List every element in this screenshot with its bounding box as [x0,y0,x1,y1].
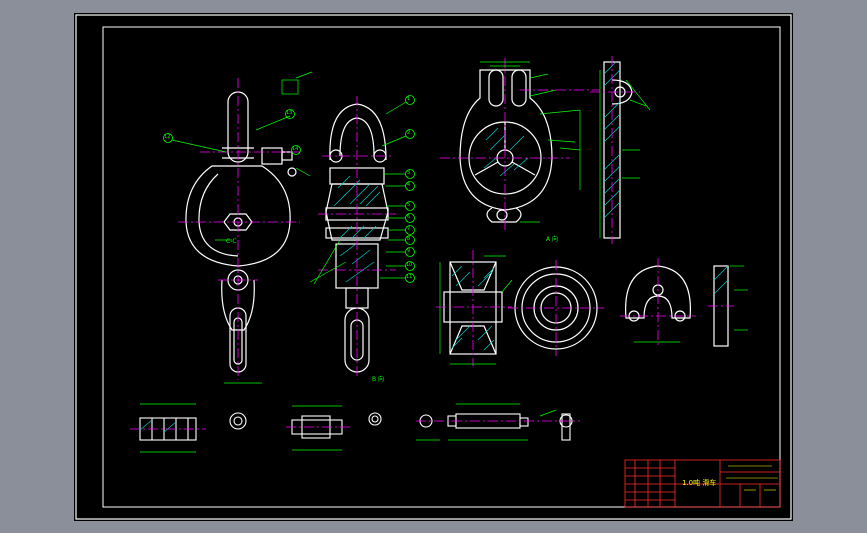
balloon-10: 10 [406,262,413,268]
balloon-leaders [309,101,407,285]
balloon-6: 6 [407,214,411,220]
detail-pin-2 [419,413,573,441]
balloon-8: 8 [407,236,411,242]
balloon-9: 9 [407,248,411,254]
detail-pin-1 [291,412,382,439]
balloon-12: 12 [164,134,171,140]
drawing-title: 1.0吨 滑车 [682,479,717,487]
balloon-4: 4 [407,182,411,188]
detail-axle-hatch [139,419,177,433]
title-block-marks [726,465,778,491]
side-plate-detail-centerlines [620,258,734,346]
balloon-13: 13 [286,110,293,116]
balloon-7: 7 [407,226,411,232]
sheave-centerlines [436,250,512,366]
side-plate-detail-dimensions [634,265,748,343]
side-plate-detail-hatch [713,265,729,295]
drawing-canvas [75,14,792,520]
sheave-front-centerlines [508,260,604,356]
detail-axle-assembly [139,412,247,441]
balloon-14: 14 [292,146,299,152]
label-view-b: B 向 [372,376,385,383]
outer-border [75,14,792,520]
sheave-dimensions [439,255,513,365]
pulley-block-front-view [185,91,297,373]
side-plate-centerlines [440,58,600,232]
balloon-1: 1 [407,96,411,102]
label-view-a: A 向 [546,236,559,243]
plate-edge-dimensions [599,70,651,238]
balloon-3: 3 [407,170,411,176]
side-plate-view [459,69,553,223]
balloon-11: 11 [406,274,413,280]
side-plate-hatch [483,127,529,177]
inner-border [102,26,781,508]
balloon-5: 5 [407,202,411,208]
front-view-centerlines [178,78,300,380]
balloon-2: 2 [407,130,411,136]
label-section-cc: C-C [226,238,237,245]
plate-edge-hatch [603,61,621,219]
